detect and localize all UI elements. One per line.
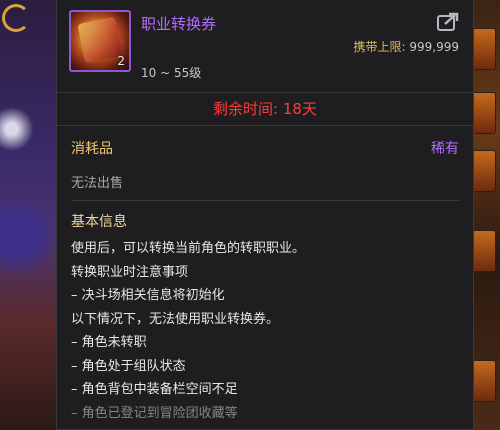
description: 使用后，可以转换当前角色的转职职业。 转换职业时注意事项 – 决斗场相关信息将初… [71,237,459,425]
item-tooltip: 2 职业转换券 携带上限: 999,999 10 ~ 55级 剩余时间: 18天… [56,0,474,430]
scroll-graphic [77,16,123,64]
basic-info-title: 基本信息 [71,214,127,230]
level-range: 10 ~ 55级 [141,66,202,80]
description-line: 以下情况下，无法使用职业转换券。 [71,311,280,327]
remaining-time: 剩余时间: 18天 [57,92,473,126]
description-line: – 决斗场相关信息将初始化 [71,288,225,303]
gold-swirl-icon [2,4,30,32]
item-category: 消耗品 [71,141,113,157]
description-line: – 角色背包中装备栏空间不足 [71,382,238,397]
item-count: 2 [117,54,125,68]
description-line: – 角色处于组队状态 [71,358,186,374]
carry-limit-value: 999,999 [409,40,459,54]
divider [71,200,459,201]
inventory-slot[interactable] [472,230,496,272]
carry-limit: 携带上限: 999,999 [354,38,460,55]
description-line: 使用后，可以转换当前角色的转职职业。 [71,241,306,256]
class-change-ticket-icon: 2 [69,10,131,72]
trade-status: 无法出售 [71,176,124,191]
description-line: – 角色已登记到冒险团收藏等 [71,405,238,421]
description-line: – 角色未转职 [71,335,147,350]
remaining-time-value: 18天 [282,100,317,118]
background-character-art [0,0,58,430]
inventory-slot[interactable] [472,150,496,192]
inventory-slot[interactable] [472,28,496,70]
tooltip-header: 2 职业转换券 携带上限: 999,999 10 ~ 55级 [57,0,473,92]
item-rarity: 稀有 [431,141,459,157]
description-line: 转换职业时注意事项 [71,264,189,280]
share-icon[interactable] [437,12,459,32]
inventory-slot[interactable] [472,92,496,134]
carry-limit-label: 携带上限: [353,40,406,54]
inventory-slot[interactable] [472,360,496,402]
remaining-time-label: 剩余时间: [213,100,279,118]
item-name: 职业转换券 [141,15,217,33]
